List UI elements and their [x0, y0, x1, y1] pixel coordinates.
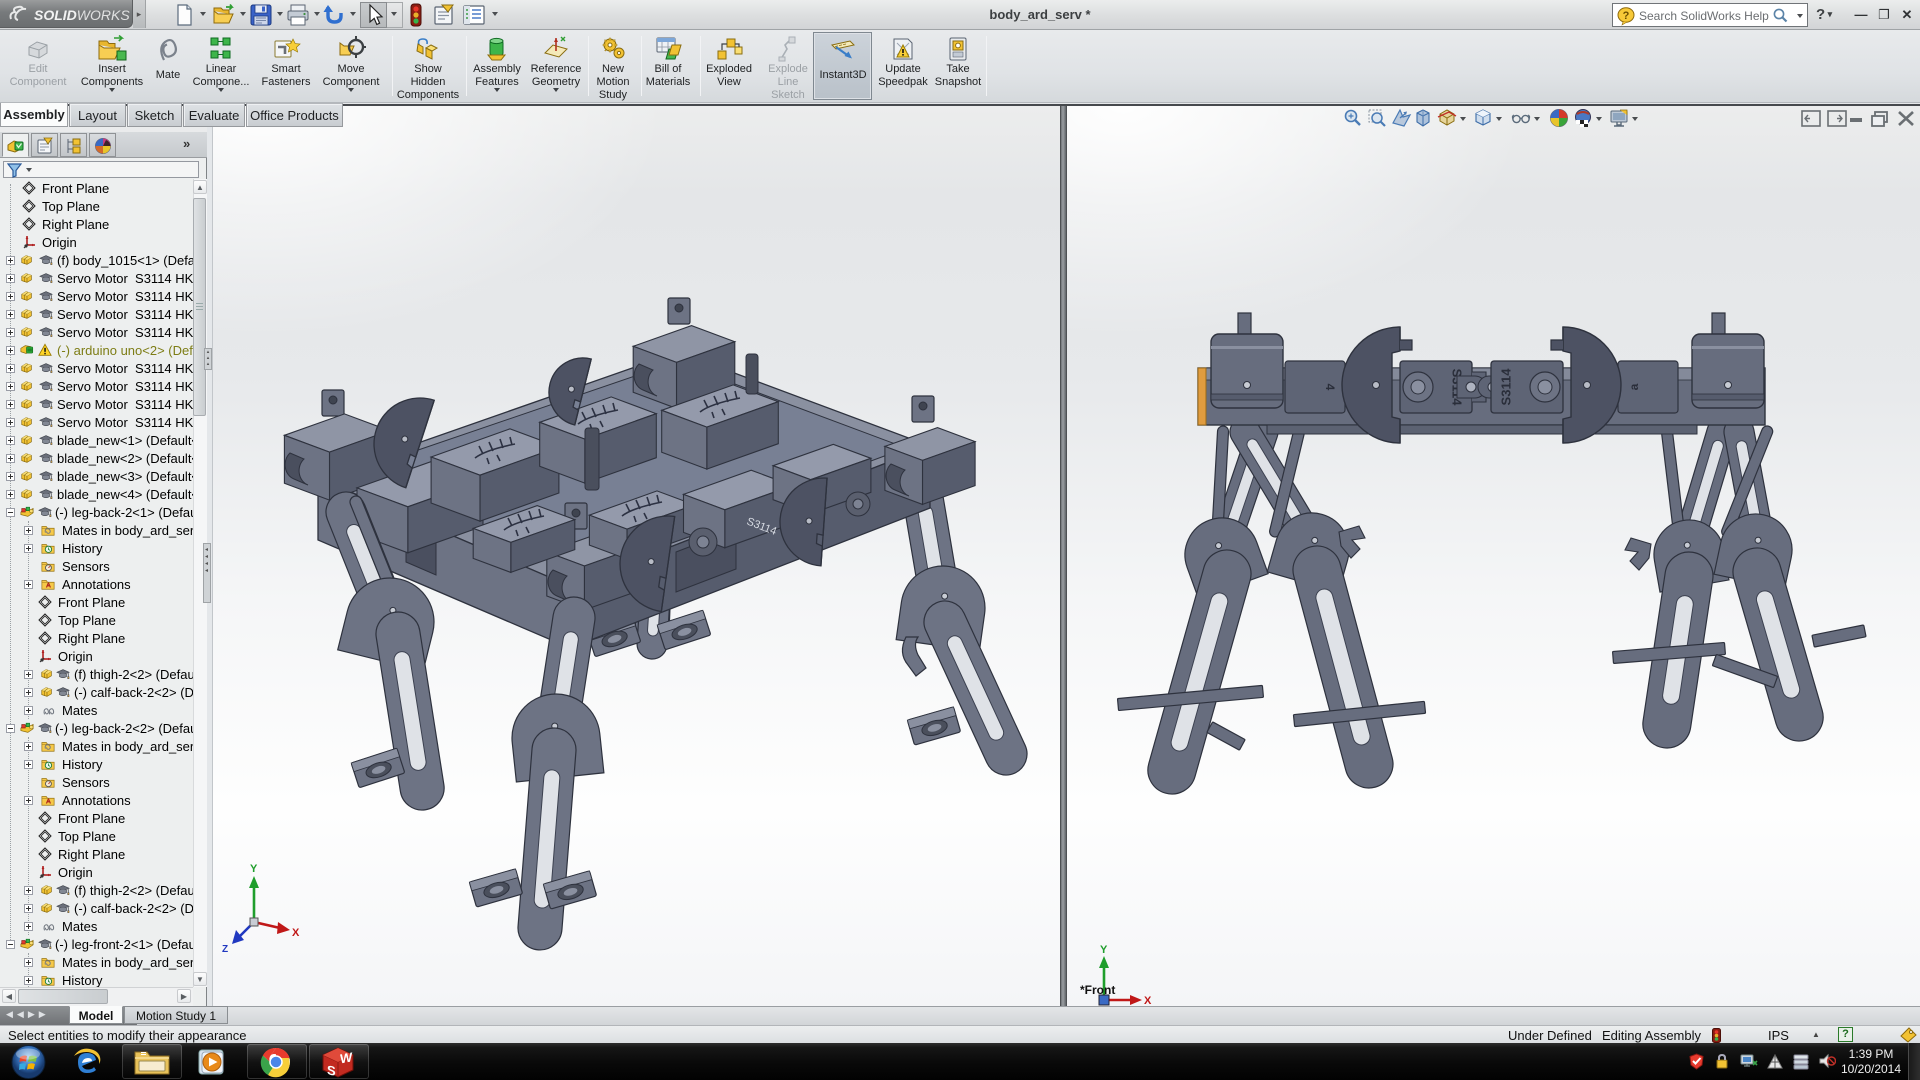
svg-text:S: S: [327, 1062, 336, 1078]
svg-text:Y: Y: [250, 863, 258, 875]
svg-text:X: X: [292, 927, 300, 939]
svg-text:Y: Y: [1100, 944, 1108, 956]
svg-text:Z: Z: [222, 944, 228, 955]
svg-text:S3114: S3114: [1498, 368, 1513, 406]
svg-text:?: ?: [1623, 10, 1630, 22]
svg-text:*Front: *Front: [1080, 983, 1115, 997]
svg-text:W: W: [340, 1049, 353, 1066]
svg-text:a: a: [1627, 383, 1641, 390]
svg-text:X: X: [1144, 995, 1152, 1006]
svg-text:4: 4: [1323, 384, 1337, 391]
